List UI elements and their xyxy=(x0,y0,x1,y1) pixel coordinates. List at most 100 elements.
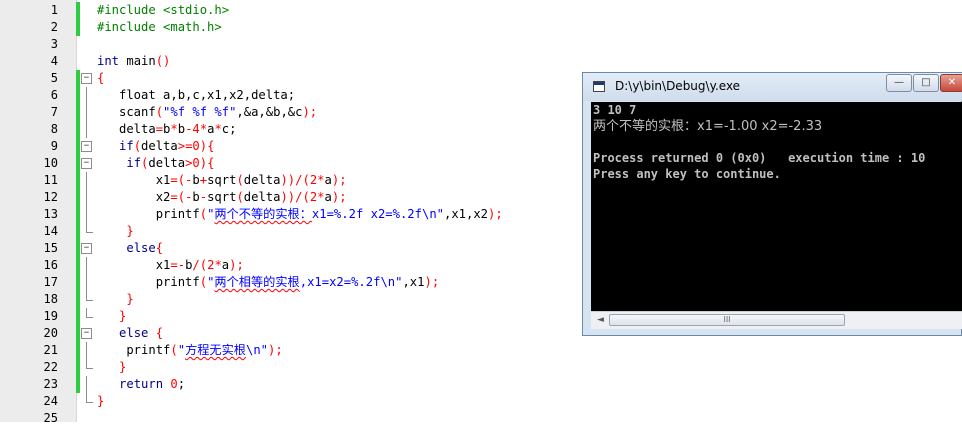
code-text[interactable]: x1=-b/(2*a); xyxy=(97,257,244,274)
code-text[interactable]: } xyxy=(97,308,126,325)
line-number: 15 xyxy=(43,241,58,255)
code-line[interactable]: 21 printf("方程无实根\n"); xyxy=(0,342,962,359)
fold-end-marker xyxy=(81,291,93,308)
code-token: #include <math.h> xyxy=(97,20,222,34)
code-text[interactable]: float a,b,c,x1,x2,delta; xyxy=(97,87,295,104)
code-line[interactable]: 2 #include <math.h> xyxy=(0,19,962,36)
scrollbar-thumb[interactable]: III xyxy=(609,314,845,326)
code-token: scanf xyxy=(97,105,156,119)
code-text[interactable]: } xyxy=(97,359,126,376)
code-token: printf xyxy=(97,275,200,289)
code-token: float a,b,c,x1,x2,delta; xyxy=(97,88,296,102)
code-text[interactable]: else { xyxy=(97,325,163,342)
line-number: 22 xyxy=(43,360,58,374)
fold-toggle-icon[interactable]: − xyxy=(81,138,92,155)
code-token: else xyxy=(119,326,149,340)
code-token: sqrt xyxy=(207,190,237,204)
code-token: \n" xyxy=(246,343,269,357)
code-text[interactable]: #include <math.h> xyxy=(97,19,222,36)
code-token: ); xyxy=(331,173,347,187)
code-text[interactable]: } xyxy=(97,291,133,308)
code-token: main xyxy=(119,54,156,68)
code-token: ( xyxy=(199,207,208,221)
code-token: ,&a,&b,&c xyxy=(236,105,303,119)
code-text[interactable]: if(delta>=0){ xyxy=(97,138,214,155)
minimize-button[interactable]: — xyxy=(886,74,912,92)
console-output-line: 两个不等的实根：x1=-1.00 x2=-2.33 xyxy=(593,119,823,134)
code-token: - xyxy=(199,190,208,204)
code-text[interactable]: x1=(-b+sqrt(delta))/(2*a); xyxy=(97,172,347,189)
code-text[interactable]: delta=b*b-4*a*c; xyxy=(97,121,236,138)
fold-toggle-icon[interactable]: − xyxy=(81,240,92,257)
line-number: 1 xyxy=(50,3,58,17)
code-line[interactable]: 24} xyxy=(0,393,962,410)
code-text[interactable]: printf("方程无实根\n"); xyxy=(97,342,282,359)
code-line[interactable]: 4 int main() xyxy=(0,53,962,70)
code-line[interactable]: 1 #include <stdio.h> xyxy=(0,2,962,19)
code-line[interactable]: 23 return 0; xyxy=(0,376,962,393)
fold-guide xyxy=(81,376,92,393)
code-text[interactable]: scanf("%f %f %f",&a,&b,&c); xyxy=(97,104,317,121)
console-window[interactable]: D:\y\bin\Debug\y.exe — □ ✕ 3 10 7 两个不等的实根… xyxy=(582,72,962,336)
code-token: b xyxy=(192,173,200,187)
console-title: D:\y\bin\Debug\y.exe xyxy=(615,79,741,93)
fold-end-marker xyxy=(81,393,93,410)
console-output[interactable]: 3 10 7 两个不等的实根：x1=-1.00 x2=-2.33 Process r… xyxy=(591,102,962,311)
code-line[interactable]: 25 xyxy=(0,410,962,427)
code-token: 4 xyxy=(192,122,200,136)
fold-toggle-icon[interactable]: − xyxy=(81,325,92,342)
horizontal-scrollbar[interactable]: ◄ III xyxy=(591,311,962,329)
code-token: else xyxy=(126,241,156,255)
code-token: " xyxy=(177,343,186,357)
code-line[interactable]: 3 xyxy=(0,36,962,53)
code-token: ( xyxy=(133,139,142,153)
code-token: ); xyxy=(488,207,503,221)
console-app-icon xyxy=(593,81,605,92)
code-token: c; xyxy=(221,122,237,136)
code-text[interactable]: else{ xyxy=(97,240,163,257)
code-text[interactable]: printf("两个相等的实根,x1=x2=%.2f\n",x1); xyxy=(97,274,439,291)
code-token: () xyxy=(155,54,171,68)
code-token: b xyxy=(192,190,200,204)
fold-guide xyxy=(81,172,92,189)
code-text[interactable]: #include <stdio.h> xyxy=(97,2,229,19)
code-token: =- xyxy=(170,258,186,272)
code-token: =(- xyxy=(170,173,193,187)
code-token: * xyxy=(170,122,178,136)
code-token: ( xyxy=(155,105,164,119)
code-text[interactable]: } xyxy=(97,223,133,240)
code-token: ; xyxy=(177,377,186,391)
code-token: 方程无实根 xyxy=(185,343,246,357)
code-token: * xyxy=(214,122,222,136)
fold-guide xyxy=(81,87,92,104)
close-button[interactable]: ✕ xyxy=(940,74,962,92)
code-token: a xyxy=(324,173,332,187)
code-token: delta xyxy=(141,139,178,153)
fold-toggle-icon[interactable]: − xyxy=(81,70,92,87)
code-token: #include <stdio.h> xyxy=(97,3,230,17)
code-text[interactable]: if(delta>0){ xyxy=(97,155,214,172)
fold-toggle-icon[interactable]: − xyxy=(81,155,92,172)
code-text[interactable]: int main() xyxy=(97,53,170,70)
scroll-left-icon[interactable]: ◄ xyxy=(593,313,608,328)
code-text[interactable]: return 0; xyxy=(97,376,185,393)
line-number: 3 xyxy=(50,37,58,51)
console-output-line: 3 10 7 xyxy=(593,103,637,117)
maximize-button[interactable]: □ xyxy=(913,74,939,92)
code-text[interactable]: x2=(-b-sqrt(delta))/(2*a); xyxy=(97,189,347,206)
code-line[interactable]: 22 } xyxy=(0,359,962,376)
line-number: 9 xyxy=(50,139,58,153)
code-text[interactable]: } xyxy=(97,393,104,410)
code-token: * xyxy=(199,122,208,136)
code-text[interactable]: printf("两个不等的实根：x1=%.2f x2=%.2f\n",x1,x2… xyxy=(97,206,503,223)
console-titlebar[interactable]: D:\y\bin\Debug\y.exe — □ ✕ xyxy=(583,73,962,101)
line-number: 2 xyxy=(50,20,58,34)
code-token: { xyxy=(97,71,105,85)
code-text[interactable]: { xyxy=(97,70,104,87)
code-token: b xyxy=(177,122,186,136)
